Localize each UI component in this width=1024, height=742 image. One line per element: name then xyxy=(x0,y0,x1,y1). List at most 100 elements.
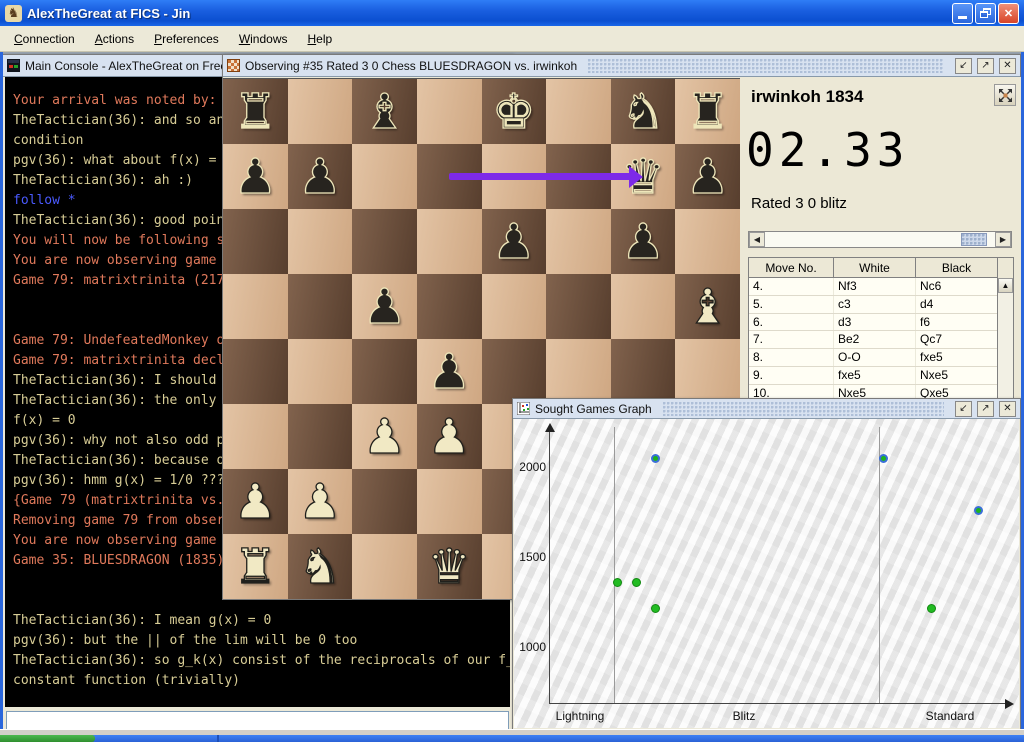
scroll-up-icon[interactable]: ▲ xyxy=(998,278,1013,293)
sought-games-plot[interactable]: 100015002000LightningBlitzStandard xyxy=(514,419,1019,728)
x-axis-arrowhead xyxy=(1005,699,1014,709)
square-a2[interactable] xyxy=(223,469,288,534)
square-b7[interactable] xyxy=(288,144,353,209)
square-g4[interactable] xyxy=(611,339,676,404)
square-a1[interactable] xyxy=(223,534,288,599)
square-d5[interactable] xyxy=(417,274,482,339)
menu-item-connection[interactable]: Connection xyxy=(6,29,83,49)
square-f4[interactable] xyxy=(546,339,611,404)
square-a4[interactable] xyxy=(223,339,288,404)
square-d3[interactable] xyxy=(417,404,482,469)
hscrollbar-thumb[interactable] xyxy=(961,233,987,246)
seek-dot[interactable] xyxy=(651,604,660,613)
square-b3[interactable] xyxy=(288,404,353,469)
minimize-button[interactable] xyxy=(952,3,973,24)
square-c3[interactable] xyxy=(352,404,417,469)
square-c1[interactable] xyxy=(352,534,417,599)
square-f6[interactable] xyxy=(546,209,611,274)
square-c2[interactable] xyxy=(352,469,417,534)
menu-item-actions[interactable]: Actions xyxy=(87,29,142,49)
square-f8[interactable] xyxy=(546,79,611,144)
move-number: 5. xyxy=(749,296,834,313)
move-table-row[interactable]: 4.Nf3Nc6 xyxy=(749,278,1013,296)
square-d6[interactable] xyxy=(417,209,482,274)
iconify-icon[interactable]: ↙ xyxy=(955,401,972,417)
iconify-icon[interactable]: ↙ xyxy=(955,58,972,74)
close-button[interactable]: ✕ xyxy=(998,3,1019,24)
square-a7[interactable] xyxy=(223,144,288,209)
square-a8[interactable] xyxy=(223,79,288,144)
y-tick-1000: 1000 xyxy=(514,640,546,654)
square-h8[interactable] xyxy=(675,79,740,144)
board-expand-button[interactable] xyxy=(994,84,1016,106)
close-icon[interactable]: ✕ xyxy=(999,58,1016,74)
square-b1[interactable] xyxy=(288,534,353,599)
seek-dot[interactable] xyxy=(613,578,622,587)
square-b8[interactable] xyxy=(288,79,353,144)
square-f5[interactable] xyxy=(546,274,611,339)
square-c5[interactable] xyxy=(352,274,417,339)
move-table-row[interactable]: 5.c3d4 xyxy=(749,296,1013,314)
square-h5[interactable] xyxy=(675,274,740,339)
square-g8[interactable] xyxy=(611,79,676,144)
square-a5[interactable] xyxy=(223,274,288,339)
start-button[interactable] xyxy=(0,735,95,742)
white-move: c3 xyxy=(834,296,916,313)
move-table-row[interactable]: 7.Be2Qc7 xyxy=(749,331,1013,349)
maximize-icon[interactable]: ↗ xyxy=(977,401,994,417)
restore-button[interactable] xyxy=(975,3,996,24)
seek-dot[interactable] xyxy=(651,454,660,463)
square-d8[interactable] xyxy=(417,79,482,144)
titlebar-texture xyxy=(588,59,944,73)
graph-titlebar[interactable]: Sought Games Graph ↙ ↗ ✕ xyxy=(513,399,1020,419)
move-table-column-black: Black xyxy=(916,258,998,278)
white-move: d3 xyxy=(834,314,916,331)
square-a3[interactable] xyxy=(223,404,288,469)
square-e6[interactable] xyxy=(482,209,547,274)
square-c4[interactable] xyxy=(352,339,417,404)
close-icon[interactable]: ✕ xyxy=(999,401,1016,417)
move-table-row[interactable]: 9.fxe5Nxe5 xyxy=(749,367,1013,385)
scroll-left-icon[interactable]: ◀ xyxy=(749,232,765,247)
square-g5[interactable] xyxy=(611,274,676,339)
move-number: 6. xyxy=(749,314,834,331)
square-b6[interactable] xyxy=(288,209,353,274)
square-a6[interactable] xyxy=(223,209,288,274)
black-move: d4 xyxy=(916,296,998,313)
square-c7[interactable] xyxy=(352,144,417,209)
black-move: Nxe5 xyxy=(916,367,998,384)
square-d2[interactable] xyxy=(417,469,482,534)
menu-item-help[interactable]: Help xyxy=(300,29,341,49)
square-h7[interactable] xyxy=(675,144,740,209)
seek-dot[interactable] xyxy=(879,454,888,463)
menu-item-windows[interactable]: Windows xyxy=(231,29,296,49)
maximize-icon[interactable]: ↗ xyxy=(977,58,994,74)
square-b4[interactable] xyxy=(288,339,353,404)
square-c6[interactable] xyxy=(352,209,417,274)
menu-item-preferences[interactable]: Preferences xyxy=(146,29,227,49)
game-info-label: Rated 3 0 blitz xyxy=(751,195,847,212)
square-d1[interactable] xyxy=(417,534,482,599)
square-b5[interactable] xyxy=(288,274,353,339)
white-move: fxe5 xyxy=(834,367,916,384)
console-line: pgv(36): but the || of the lim will be 0… xyxy=(5,631,510,651)
windows-taskbar[interactable] xyxy=(0,735,1024,742)
seek-dot[interactable] xyxy=(927,604,936,613)
move-list-hscrollbar[interactable]: ◀ ▶ xyxy=(748,231,1012,248)
square-h6[interactable] xyxy=(675,209,740,274)
observing-titlebar[interactable]: Observing #35 Rated 3 0 Chess BLUESDRAGO… xyxy=(223,55,1020,77)
seek-dot[interactable] xyxy=(974,506,983,515)
move-table-row[interactable]: 6.d3f6 xyxy=(749,314,1013,332)
window-titlebar[interactable]: ♞ AlexTheGreat at FICS - Jin ✕ xyxy=(0,0,1024,26)
scroll-right-icon[interactable]: ▶ xyxy=(995,232,1011,247)
move-table-row[interactable]: 8.O-Ofxe5 xyxy=(749,349,1013,367)
square-h4[interactable] xyxy=(675,339,740,404)
square-e4[interactable] xyxy=(482,339,547,404)
square-g6[interactable] xyxy=(611,209,676,274)
square-e5[interactable] xyxy=(482,274,547,339)
seek-dot[interactable] xyxy=(632,578,641,587)
square-d4[interactable] xyxy=(417,339,482,404)
square-b2[interactable] xyxy=(288,469,353,534)
square-e8[interactable] xyxy=(482,79,547,144)
square-c8[interactable] xyxy=(352,79,417,144)
